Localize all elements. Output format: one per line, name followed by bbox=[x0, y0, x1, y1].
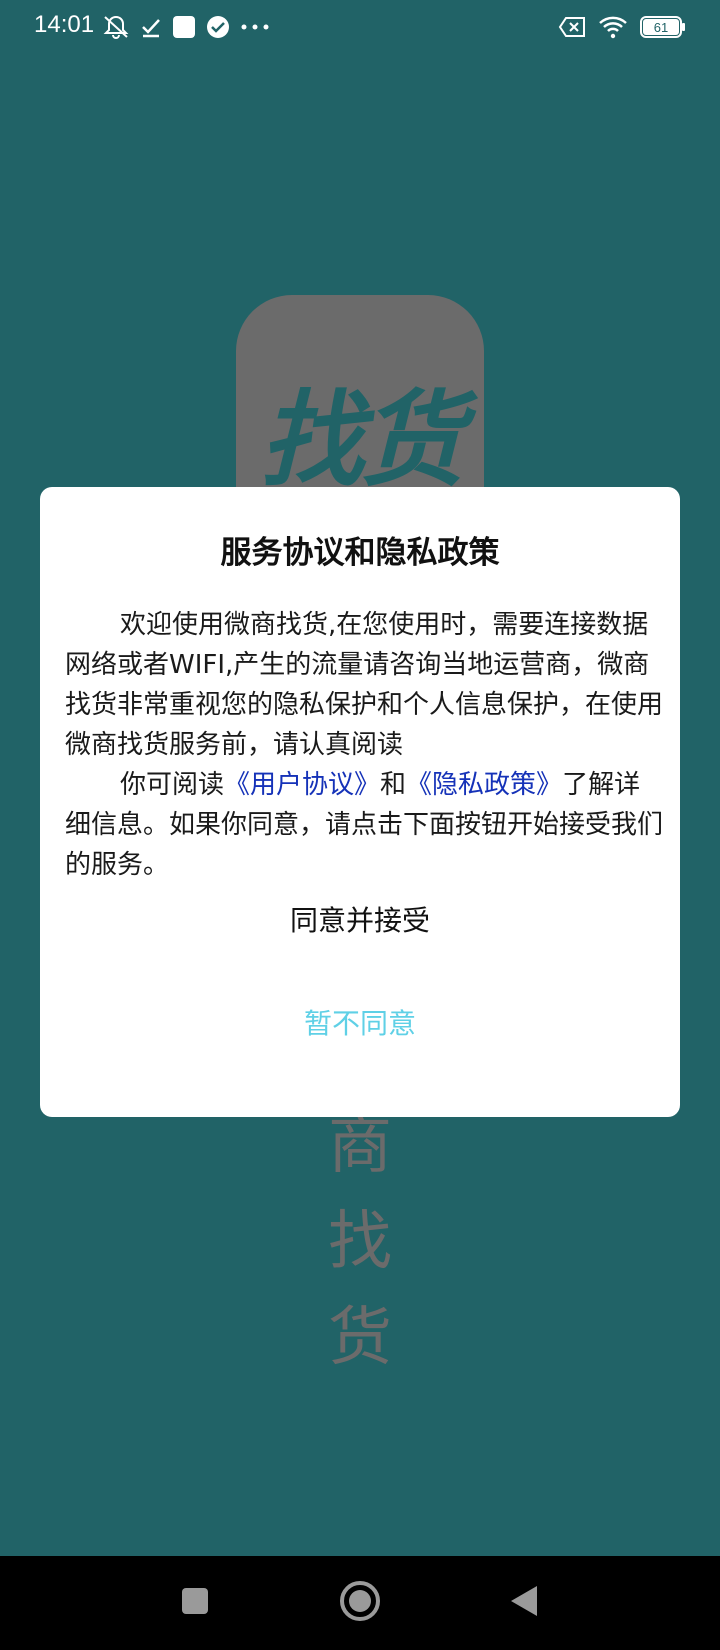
splash-char: 找 bbox=[328, 1205, 392, 1279]
status-time: 14:01 bbox=[34, 11, 95, 38]
more-dots-icon bbox=[240, 22, 270, 32]
navigation-bar bbox=[0, 1556, 720, 1650]
privacy-dialog: 服务协议和隐私政策 欢迎使用微商找货,在您使用时，需要连接数据网络或者WIFI,… bbox=[40, 487, 680, 1117]
paragraph-2-and: 和 bbox=[380, 770, 407, 800]
recents-button[interactable] bbox=[155, 1556, 235, 1650]
wifi-icon bbox=[598, 15, 628, 39]
back-icon bbox=[509, 1584, 539, 1622]
home-button[interactable] bbox=[320, 1556, 400, 1650]
status-bar: 14:01 61 bbox=[0, 0, 720, 56]
home-icon bbox=[339, 1580, 381, 1626]
splash-char: 货 bbox=[328, 1301, 392, 1375]
verified-check-icon bbox=[206, 15, 230, 39]
status-left-icons bbox=[102, 12, 270, 42]
dialog-body: 欢迎使用微商找货,在您使用时，需要连接数据网络或者WIFI,产生的流量请咨询当地… bbox=[65, 605, 665, 885]
back-button[interactable] bbox=[484, 1556, 564, 1650]
splash-vertical-title: 商 找 货 bbox=[310, 1098, 410, 1386]
disagree-button[interactable]: 暂不同意 bbox=[40, 1002, 680, 1042]
dialog-title: 服务协议和隐私政策 bbox=[220, 535, 500, 571]
battery-level-text: 61 bbox=[654, 20, 668, 35]
status-right-icons: 61 bbox=[558, 12, 686, 42]
notification-muted-icon bbox=[102, 14, 130, 40]
check-icon bbox=[140, 16, 162, 38]
privacy-policy-link[interactable]: 《隐私政策》 bbox=[406, 770, 562, 800]
app-logo-text: 找货 bbox=[259, 379, 464, 501]
battery-icon: 61 bbox=[640, 16, 686, 38]
user-agreement-link[interactable]: 《用户协议》 bbox=[224, 770, 380, 800]
dialog-paragraph-1: 欢迎使用微商找货,在您使用时，需要连接数据网络或者WIFI,产生的流量请咨询当地… bbox=[65, 610, 664, 760]
square-icon bbox=[172, 15, 196, 39]
dialog-paragraph-2: 你可阅读《用户协议》和《隐私政策》了解详细信息。如果你同意，请点击下面按钮开始接… bbox=[65, 765, 665, 885]
agree-button[interactable]: 同意并接受 bbox=[40, 899, 680, 939]
paragraph-2-prefix: 你可阅读 bbox=[120, 770, 225, 800]
sim-off-icon bbox=[558, 16, 586, 38]
recents-icon bbox=[181, 1587, 209, 1619]
